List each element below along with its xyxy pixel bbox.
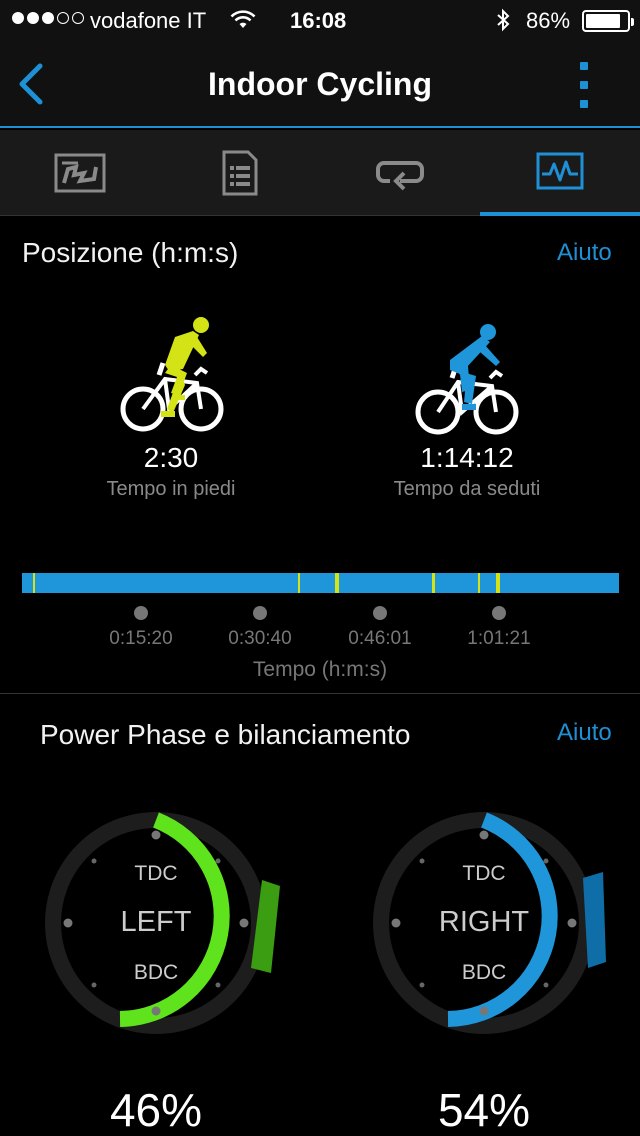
standing-marker	[478, 573, 480, 593]
tab-details[interactable]	[160, 130, 320, 216]
signal-strength-icon	[12, 9, 84, 24]
vertical-ellipsis-icon	[580, 62, 588, 70]
right-bdc-label: BDC	[461, 961, 507, 984]
map-icon	[54, 153, 106, 193]
section-divider	[0, 693, 640, 694]
tab-map[interactable]	[0, 130, 160, 216]
wifi-icon	[230, 10, 256, 36]
left-leg-label: LEFT	[120, 906, 192, 938]
standing-marker	[432, 573, 435, 593]
document-list-icon	[222, 150, 258, 196]
status-bar: vodafone IT 16:08 86%	[0, 0, 640, 40]
standing-time-label: Tempo in piedi	[106, 478, 236, 500]
left-bdc-label: BDC	[133, 961, 179, 984]
battery-icon	[582, 10, 634, 32]
navigation-bar: Indoor Cycling	[0, 40, 640, 128]
right-tdc-label: TDC	[462, 862, 506, 885]
bluetooth-icon	[495, 8, 511, 38]
chart-activity-icon	[536, 152, 584, 190]
right-leg-label: RIGHT	[438, 906, 530, 938]
tab-bar	[0, 130, 640, 216]
standing-marker	[496, 573, 500, 593]
tick-label: 0:30:40	[228, 628, 292, 649]
page-title: Indoor Cycling	[208, 66, 432, 102]
battery-percentage: 86%	[526, 8, 571, 33]
tick-label: 0:46:01	[348, 628, 412, 649]
seated-cyclist-icon	[415, 324, 519, 435]
timeline-axis-label: Tempo (h:m:s)	[252, 658, 388, 681]
tick-dot	[134, 606, 148, 620]
more-options-button[interactable]	[572, 62, 596, 108]
standing-marker	[298, 573, 300, 593]
tick-dot	[373, 606, 387, 620]
tick-dot	[253, 606, 267, 620]
left-balance-percent: 46%	[109, 1084, 203, 1136]
standing-marker	[33, 573, 35, 593]
position-timeline-bar	[22, 573, 619, 593]
tab-charts[interactable]	[480, 130, 640, 216]
standing-marker	[335, 573, 339, 593]
clock: 16:08	[290, 8, 347, 33]
power-phase-help-link[interactable]: Aiuto	[557, 719, 612, 747]
tick-label: 1:01:21	[467, 628, 531, 649]
position-help-link[interactable]: Aiuto	[557, 239, 612, 267]
carrier-name: vodafone IT	[90, 8, 207, 33]
laps-loop-icon	[376, 161, 424, 191]
standing-time-value: 2:30	[143, 442, 199, 473]
tick-dot	[492, 606, 506, 620]
tick-label: 0:15:20	[109, 628, 173, 649]
position-section-title: Posizione (h:m:s)	[22, 237, 239, 268]
seated-time-value: 1:14:12	[420, 442, 514, 473]
tab-laps[interactable]	[320, 130, 480, 216]
power-phase-section-title: Power Phase e bilanciamento	[40, 719, 411, 750]
seated-time-label: Tempo da seduti	[393, 478, 541, 500]
standing-cyclist-icon	[120, 317, 224, 432]
left-tdc-label: TDC	[134, 862, 178, 885]
right-balance-percent: 54%	[437, 1084, 531, 1136]
